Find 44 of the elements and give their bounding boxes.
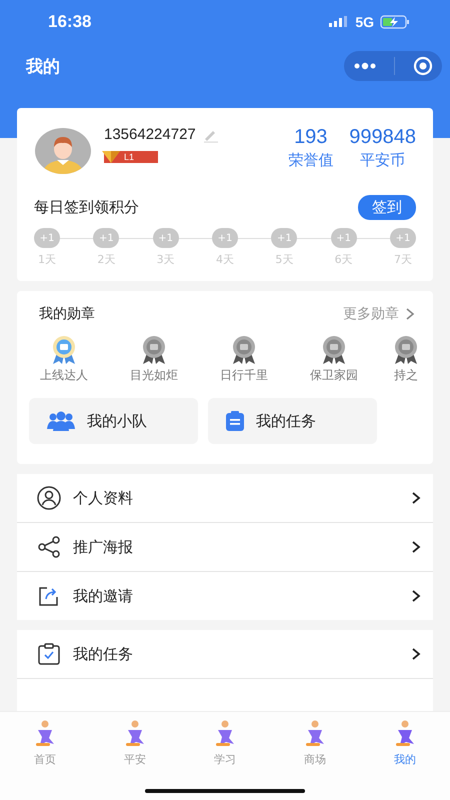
menu-row[interactable]: 推广海报 [17, 523, 433, 572]
shortcut-button[interactable]: 我的小队 [29, 398, 198, 444]
tab[interactable]: 学习 [195, 718, 255, 767]
stat-value: 193 [294, 126, 328, 149]
medal-name: 日行千里 [220, 367, 268, 384]
group-icon [47, 411, 75, 431]
stat-value: 999848 [349, 126, 416, 149]
medal-name: 保卫家园 [310, 367, 358, 384]
chevron-icon [411, 589, 421, 603]
person-icon [37, 486, 61, 510]
tab[interactable]: 商场 [285, 718, 345, 767]
avatar [34, 127, 92, 175]
phone-number: 13564224727 [104, 126, 196, 143]
chevron-icon [411, 540, 421, 554]
medal-name: 目光如炬 [130, 367, 178, 384]
menu-row[interactable]: 我的邀请 [17, 572, 433, 620]
section-title: 我的勋章 [39, 305, 95, 323]
chevron-icon [405, 307, 415, 321]
shortcut-button[interactable]: 我的任务 [208, 398, 377, 444]
medal-name: 上线达人 [40, 367, 88, 384]
menu-row[interactable]: 我的任务 [17, 630, 433, 678]
signal-icon [329, 16, 350, 28]
chevron-icon [411, 647, 421, 661]
tab[interactable]: 首页 [15, 718, 75, 767]
clipboard-check-icon [37, 642, 61, 666]
stat-label: 平安币 [360, 151, 406, 170]
status-time: 16:38 [48, 12, 92, 32]
battery-icon [380, 15, 410, 29]
chevron-icon [411, 491, 421, 505]
tab[interactable]: 我的 [375, 718, 435, 767]
more-icon[interactable] [352, 62, 377, 70]
checkin-title: 每日签到领积分 [34, 198, 139, 217]
close-target-icon[interactable] [413, 56, 434, 76]
share-icon [37, 535, 61, 559]
menu-row[interactable]: 个人资料 [17, 474, 433, 523]
tab[interactable]: 平安 [105, 718, 165, 767]
stat-label: 荣誉值 [288, 151, 334, 170]
checkin-button[interactable]: 签到 [358, 195, 416, 220]
network-type: 5G [355, 14, 374, 30]
clipboard-icon [226, 411, 244, 431]
page-title: 我的 [26, 56, 60, 78]
medal-name: 持之 [394, 367, 418, 384]
level-badge: L1 [104, 151, 158, 163]
more-medals-link[interactable]: 更多勋章 [343, 305, 415, 323]
